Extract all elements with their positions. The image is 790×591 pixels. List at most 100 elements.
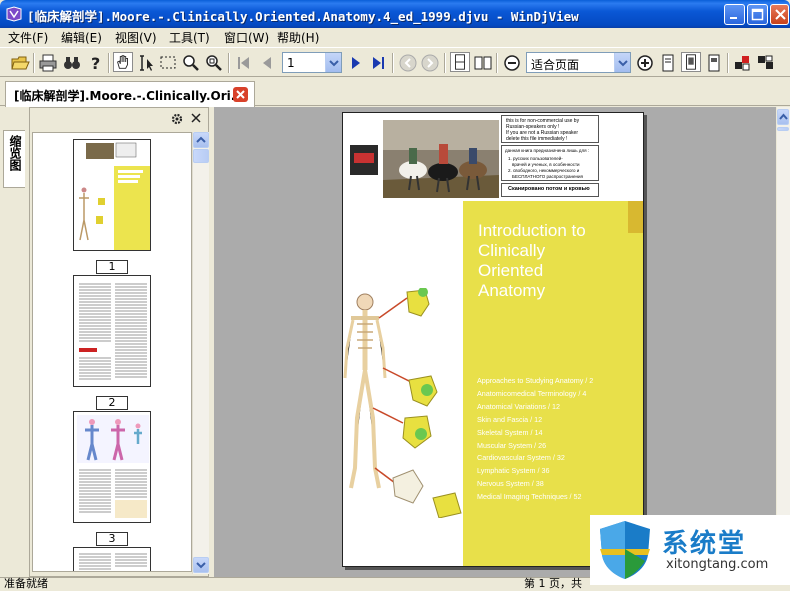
close-icon <box>236 90 245 99</box>
menu-file[interactable]: 文件(F) <box>8 29 48 46</box>
thumbnail-page-1[interactable] <box>73 139 151 251</box>
scroll-thumb[interactable] <box>193 149 209 163</box>
zoom-out-icon[interactable] <box>502 53 522 73</box>
menu-edit[interactable]: 编辑(E) <box>61 29 102 46</box>
toolbar-separator <box>727 53 729 73</box>
next-page-icon[interactable] <box>346 53 366 73</box>
thumbnail-image <box>74 140 150 250</box>
chapter-title: Introduction to Clinically Oriented Anat… <box>478 221 586 301</box>
scan-line: Сканировано потом и кровью <box>508 186 590 192</box>
previous-page-icon[interactable] <box>257 53 277 73</box>
menu-view[interactable]: 视图(V) <box>115 29 157 46</box>
text-select-icon[interactable] <box>136 53 156 73</box>
back-icon[interactable] <box>398 53 418 73</box>
shield-logo-icon <box>600 521 650 579</box>
scroll-up-button[interactable] <box>193 132 209 148</box>
close-panel-icon[interactable] <box>190 112 202 124</box>
display-mode-icon[interactable] <box>756 53 776 73</box>
help-question-icon[interactable]: ? <box>86 53 106 73</box>
thumbnail-image <box>74 548 150 571</box>
toolbar: ? 1 适合页面 <box>0 47 790 77</box>
thumbnails-side-tab[interactable]: 缩览图 <box>3 130 25 188</box>
zoom-icon[interactable] <box>181 53 201 73</box>
toolbar-separator <box>228 53 230 73</box>
thumbnail-scrollbar[interactable] <box>192 132 209 574</box>
close-tab-button[interactable] <box>233 87 248 102</box>
scroll-up-button[interactable] <box>777 109 789 125</box>
first-page-icon[interactable] <box>234 53 254 73</box>
minimize-icon <box>730 17 737 19</box>
thumbnail-list[interactable]: 1 2 3 <box>32 132 192 572</box>
book-cover-thumb <box>350 145 378 175</box>
zoom-rect-icon[interactable] <box>204 53 224 73</box>
maximize-button[interactable] <box>747 4 768 25</box>
watermark-en: xitongtang.com <box>666 557 769 572</box>
hand-tool-icon[interactable] <box>113 52 133 72</box>
find-binoculars-icon[interactable] <box>62 53 82 73</box>
painting-image <box>383 120 499 198</box>
thumbnail-page-4[interactable] <box>73 547 151 571</box>
toolbar-separator <box>444 53 446 73</box>
title-bar: [临床解剖学].Moore.-.Clinically.Oriented.Anat… <box>0 0 790 28</box>
notice-line: delete this file immediately ! <box>506 136 568 142</box>
contents-item: Anatomical Variations / 12 <box>477 401 560 411</box>
minimize-button[interactable] <box>724 4 745 25</box>
document-tab-strip: [临床解剖学].Moore.-.Clinically.Ori... <box>0 78 790 107</box>
menu-tools[interactable]: 工具(T) <box>169 29 210 46</box>
document-view[interactable]: this is for non-commercial use by Russia… <box>214 107 776 577</box>
panel-header <box>30 108 208 130</box>
menu-window[interactable]: 窗口(W) <box>224 29 269 46</box>
close-window-button[interactable] <box>770 4 789 25</box>
rect-select-icon[interactable] <box>158 53 178 73</box>
fit-page-icon[interactable] <box>681 52 701 72</box>
two-page-layout-icon[interactable] <box>473 53 493 73</box>
print-icon[interactable] <box>38 53 58 73</box>
zoom-combo[interactable]: 适合页面 <box>526 52 631 73</box>
chevron-down-icon <box>618 60 628 67</box>
chevron-down-icon <box>196 562 206 569</box>
scroll-down-button[interactable] <box>193 557 209 573</box>
thumbnail-page-3[interactable] <box>73 411 151 523</box>
chevron-up-icon <box>196 136 206 143</box>
menu-bar: 文件(F) 编辑(E) 视图(V) 工具(T) 窗口(W) 帮助(H) <box>0 28 790 46</box>
contents-item: Medical Imaging Techniques / 52 <box>477 492 582 502</box>
watermark-cn: 系统堂 <box>662 529 747 559</box>
scroll-thumb[interactable] <box>777 127 789 131</box>
forward-icon[interactable] <box>420 53 440 73</box>
chapter-title-line: Anatomy <box>478 281 546 300</box>
thumbnail-page-label: 3 <box>96 532 128 546</box>
contents-item: Muscular System / 26 <box>477 440 547 450</box>
document-tab[interactable]: [临床解剖学].Moore.-.Clinically.Ori... <box>5 81 255 107</box>
contents-item: Anatomicomedical Terminology / 4 <box>477 388 587 398</box>
thumbnail-page-label: 2 <box>96 396 128 410</box>
chapter-title-line: Introduction to <box>478 221 586 240</box>
page-number-value: 1 <box>287 56 295 70</box>
thumbnail-page-label: 1 <box>96 260 128 274</box>
close-icon <box>775 9 786 20</box>
skeleton-illustration <box>343 288 462 518</box>
zoom-in-icon[interactable] <box>635 53 655 73</box>
chapter-title-line: Oriented <box>478 261 544 280</box>
display-color-icon[interactable] <box>733 53 753 73</box>
windjview-app-icon <box>6 6 22 22</box>
toolbar-separator <box>496 53 498 73</box>
document-page: this is for non-commercial use by Russia… <box>342 112 644 567</box>
open-folder-icon[interactable] <box>10 53 30 73</box>
actual-size-icon[interactable] <box>704 53 724 73</box>
page-number-dropdown-button[interactable] <box>325 53 341 72</box>
chapter-contents: Approaches to Studying Anatomy / 2 Anato… <box>477 375 593 504</box>
thumbnail-image <box>74 412 150 522</box>
zoom-dropdown-button[interactable] <box>614 53 630 72</box>
page-number-combo[interactable]: 1 <box>282 52 342 73</box>
last-page-icon[interactable] <box>369 53 389 73</box>
gear-icon[interactable] <box>170 112 184 126</box>
thumbnails-panel: 1 2 3 <box>29 107 209 577</box>
single-page-layout-icon[interactable] <box>450 52 470 72</box>
thumbnail-page-2[interactable] <box>73 275 151 387</box>
contents-item: Nervous System / 38 <box>477 479 544 489</box>
fit-width-icon[interactable] <box>658 53 678 73</box>
thumbnails-tab-label: 缩览图 <box>8 135 22 171</box>
document-scrollbar[interactable] <box>777 107 790 577</box>
thumbnail-image <box>74 276 150 386</box>
menu-help[interactable]: 帮助(H) <box>277 29 319 46</box>
